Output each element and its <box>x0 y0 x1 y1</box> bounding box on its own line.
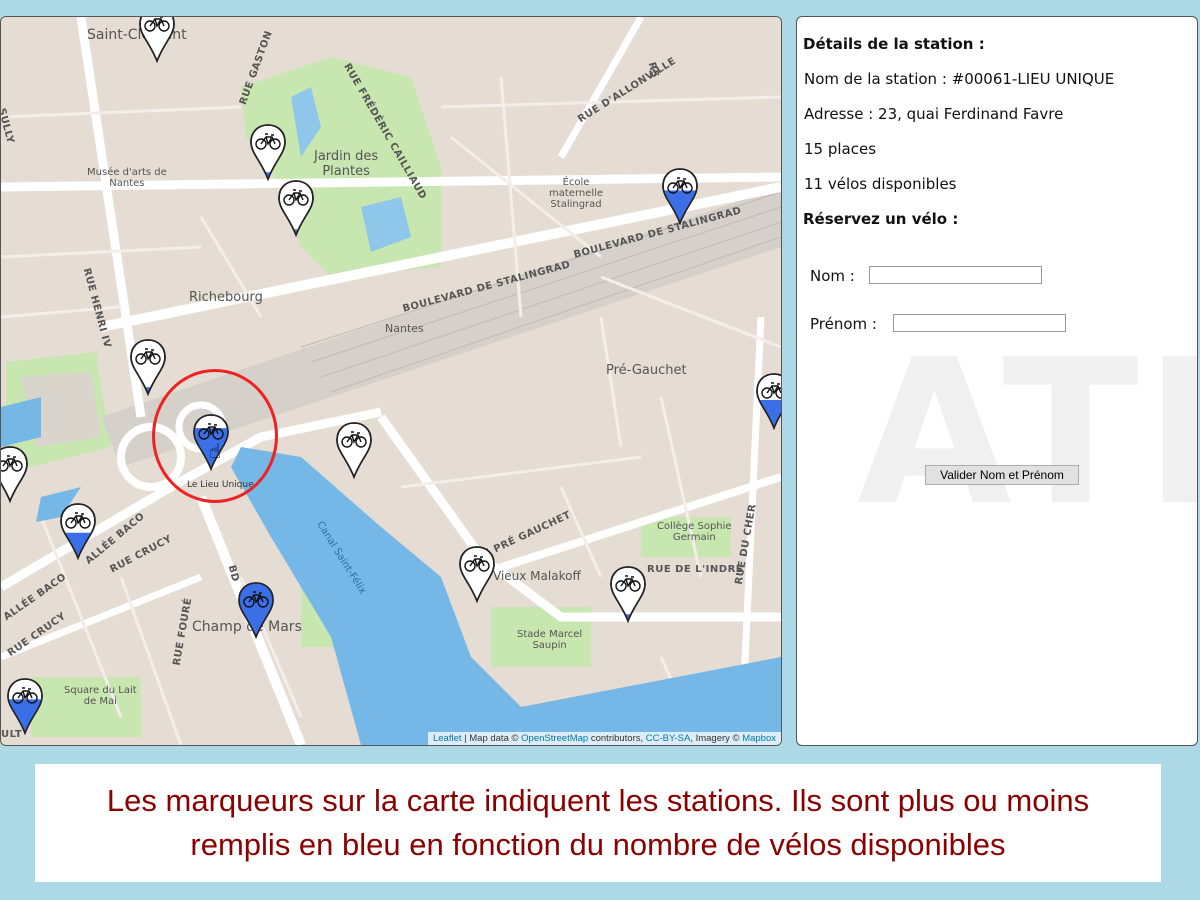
marker-13[interactable] <box>755 372 781 430</box>
station-address: Adresse : 23, quai Ferdinand Favre <box>804 105 1064 123</box>
leaflet-link[interactable]: Leaflet <box>433 733 462 744</box>
marker-10[interactable] <box>609 565 647 623</box>
details-title: Détails de la station : <box>803 35 985 53</box>
station-details-panel: ATRIONI Détails de la station : Nom de l… <box>796 16 1198 746</box>
license-link[interactable]: CC-BY-SA <box>646 733 691 744</box>
attribution-text-3: , Imagery © <box>690 733 743 744</box>
validate-button[interactable]: Valider Nom et Prénom <box>925 465 1079 485</box>
panel-watermark: ATRIONI <box>857 317 1197 550</box>
attribution-text-1: | Map data © <box>461 733 522 744</box>
caption-box: Les marqueurs sur la carte indiquent les… <box>35 764 1161 882</box>
attribution-text-2: contributors, <box>588 733 646 744</box>
station-name: Nom de la station : #00061-LIEU UNIQUE <box>804 70 1115 88</box>
nom-label: Nom : <box>810 267 855 285</box>
station-map[interactable]: Saint-Clément Jardin des Plantes Musée d… <box>0 16 782 746</box>
osm-link[interactable]: OpenStreetMap <box>521 733 588 744</box>
marker-9[interactable] <box>458 545 496 603</box>
station-bikes-available: 11 vélos disponibles <box>804 175 957 193</box>
marker-6[interactable] <box>277 179 315 237</box>
marker-8[interactable] <box>335 421 373 479</box>
hand-cursor-icon: ☝ <box>209 439 222 463</box>
marker-14[interactable] <box>1 445 29 503</box>
marker-12[interactable] <box>6 677 44 735</box>
reserve-title: Réservez un vélo : <box>803 210 959 228</box>
prenom-label: Prénom : <box>810 315 877 333</box>
mapbox-link[interactable]: Mapbox <box>742 733 776 744</box>
marker-2[interactable] <box>249 123 287 181</box>
marker-3[interactable] <box>661 167 699 225</box>
prenom-input[interactable] <box>893 314 1066 332</box>
map-attribution: Leaflet | Map data © OpenStreetMap contr… <box>427 732 781 745</box>
map-tiles <box>1 17 781 745</box>
marker-4[interactable] <box>129 338 167 396</box>
caption-line-2: remplis en bleu en fonction du nombre de… <box>190 827 1006 862</box>
marker-11[interactable] <box>237 581 275 639</box>
station-places: 15 places <box>804 140 877 158</box>
marker-1[interactable] <box>138 17 176 63</box>
nom-input[interactable] <box>869 266 1042 284</box>
caption-line-1: Les marqueurs sur la carte indiquent les… <box>106 783 1090 818</box>
marker-7[interactable] <box>59 502 97 560</box>
